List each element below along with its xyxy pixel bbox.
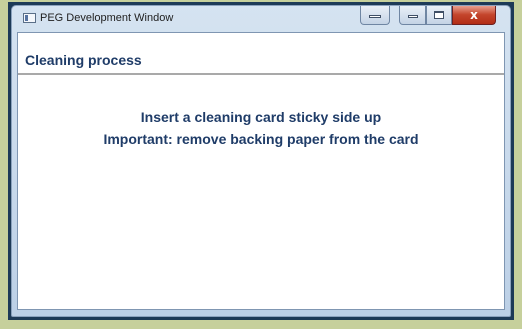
window-title: PEG Development Window [40,12,174,24]
instruction-line-insert-card: Insert a cleaning card sticky side up [140,109,382,125]
app-window-icon[interactable] [23,13,36,23]
dock-icon [369,15,381,18]
close-button[interactable]: x [452,6,496,25]
minimize-button[interactable] [399,6,426,25]
instruction-line-remove-backing: Important: remove backing paper from the… [103,131,419,147]
maximize-icon [434,11,444,19]
screen-title: Cleaning process [25,52,142,68]
maximize-button[interactable] [426,6,452,25]
instruction-block: Insert a cleaning card sticky side up Im… [18,106,504,150]
window-frame: PEG Development Window x Cleaning proces… [8,2,514,320]
app-window: PEG Development Window x Cleaning proces… [11,5,511,317]
close-icon: x [470,8,478,22]
minimize-icon [407,15,418,18]
dock-button[interactable] [360,6,390,25]
screen-header: Cleaning process [18,33,504,75]
title-bar[interactable]: PEG Development Window x [12,6,510,32]
content-area: Cleaning process Insert a cleaning card … [17,32,505,310]
